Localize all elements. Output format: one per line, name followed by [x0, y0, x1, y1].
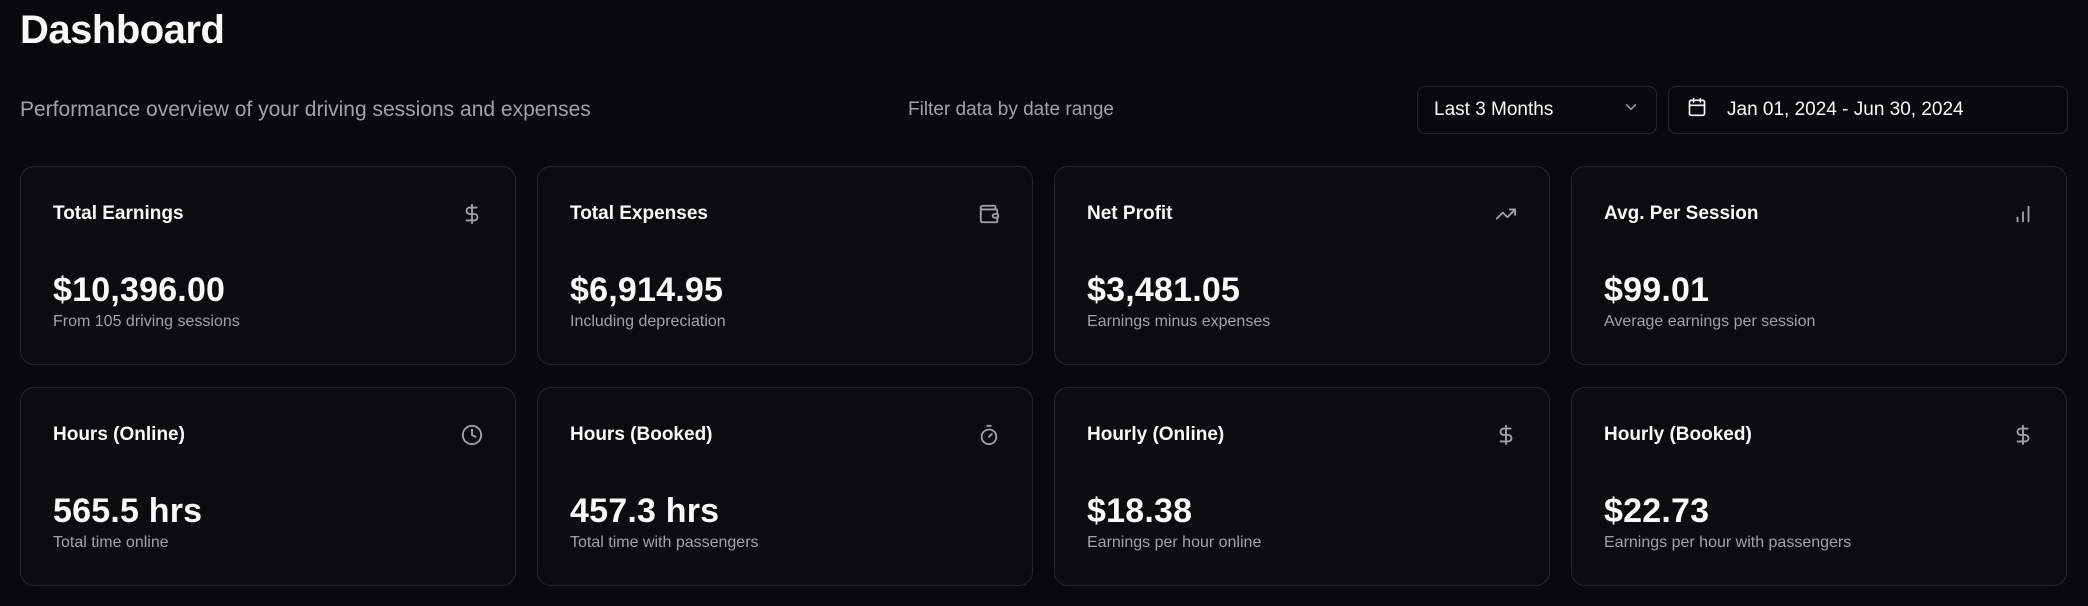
range-select-value: Last 3 Months [1434, 99, 1554, 120]
stat-card-total-earnings: Total Earnings $10,396.00 From 105 drivi… [20, 166, 516, 365]
stat-card-title: Net Profit [1087, 203, 1173, 224]
stat-card-description: Average earnings per session [1604, 313, 1816, 330]
chevron-down-icon [1622, 98, 1640, 122]
stat-card-hourly-online: Hourly (Online) $18.38 Earnings per hour… [1054, 387, 1550, 586]
stat-card-title: Total Earnings [53, 203, 184, 224]
stat-card-description: Earnings per hour with passengers [1604, 534, 1852, 551]
stat-card-description: Total time online [53, 534, 169, 551]
stat-card-title: Hours (Booked) [570, 424, 713, 445]
calendar-icon [1687, 97, 1707, 123]
filter-label: Filter data by date range [908, 99, 1114, 120]
stat-card-value: $99.01 [1604, 271, 1710, 309]
stat-card-value: 565.5 hrs [53, 492, 203, 530]
stat-card-value: 457.3 hrs [570, 492, 720, 530]
page-title: Dashboard [20, 8, 225, 52]
stat-card-value: $22.73 [1604, 492, 1710, 530]
clock-icon [461, 424, 483, 446]
date-range-value: Jan 01, 2024 - Jun 30, 2024 [1727, 99, 1964, 120]
stat-card-hours-booked: Hours (Booked) 457.3 hrs Total time with… [537, 387, 1033, 586]
page-subtitle: Performance overview of your driving ses… [20, 98, 591, 121]
stats-grid: Total Earnings $10,396.00 From 105 drivi… [20, 166, 2068, 586]
wallet-icon [978, 203, 1000, 225]
dashboard-page: Dashboard Performance overview of your d… [0, 0, 2088, 606]
stat-card-net-profit: Net Profit $3,481.05 Earnings minus expe… [1054, 166, 1550, 365]
stat-card-description: From 105 driving sessions [53, 313, 240, 330]
range-select[interactable]: Last 3 Months [1417, 86, 1657, 134]
dollar-icon [461, 203, 483, 225]
stat-card-description: Total time with passengers [570, 534, 759, 551]
dollar-icon [2012, 424, 2034, 446]
stat-card-hours-online: Hours (Online) 565.5 hrs Total time onli… [20, 387, 516, 586]
stat-card-title: Total Expenses [570, 203, 708, 224]
stat-card-title: Hourly (Online) [1087, 424, 1225, 445]
stat-card-value: $6,914.95 [570, 271, 724, 309]
stat-card-title: Hours (Online) [53, 424, 185, 445]
stat-card-hourly-booked: Hourly (Booked) $22.73 Earnings per hour… [1571, 387, 2067, 586]
stat-card-value: $18.38 [1087, 492, 1193, 530]
stat-card-value: $10,396.00 [53, 271, 226, 309]
stat-card-description: Earnings minus expenses [1087, 313, 1271, 330]
stat-card-title: Hourly (Booked) [1604, 424, 1752, 445]
stat-card-value: $3,481.05 [1087, 271, 1241, 309]
stat-card-total-expenses: Total Expenses $6,914.95 Including depre… [537, 166, 1033, 365]
stat-card-description: Including depreciation [570, 313, 726, 330]
date-range-button[interactable]: Jan 01, 2024 - Jun 30, 2024 [1668, 86, 2068, 134]
stat-card-description: Earnings per hour online [1087, 534, 1262, 551]
stat-card-title: Avg. Per Session [1604, 203, 1759, 224]
dollar-icon [1495, 424, 1517, 446]
bar-chart-icon [2012, 203, 2034, 225]
stat-card-avg-per-session: Avg. Per Session $99.01 Average earnings… [1571, 166, 2067, 365]
trending-up-icon [1495, 203, 1517, 225]
timer-icon [978, 424, 1000, 446]
